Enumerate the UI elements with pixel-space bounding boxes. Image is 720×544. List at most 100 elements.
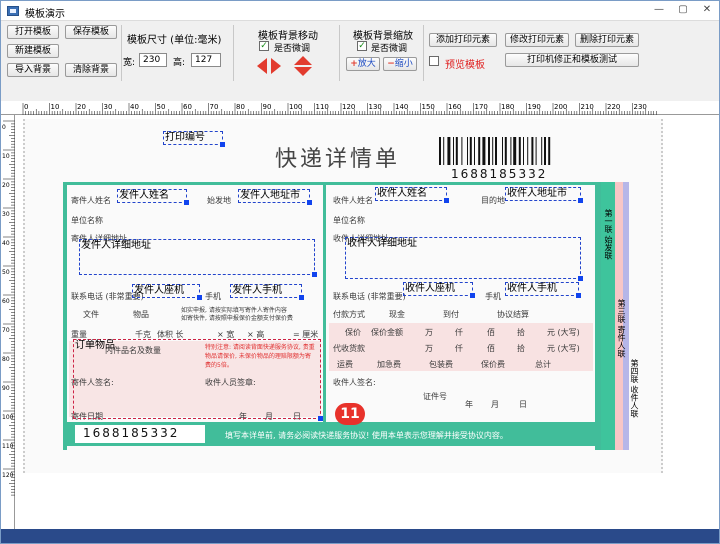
minus-icon: − — [387, 59, 395, 69]
ruler-label: 110 — [316, 103, 329, 111]
element-receiver-name[interactable]: 收件人姓名 — [375, 187, 449, 203]
printer-test-button[interactable]: 打印机修正和模板测试 — [505, 53, 639, 67]
element-receiver-mobile[interactable]: 收件人手机 — [505, 282, 581, 298]
ruler-label: 70 — [2, 327, 10, 334]
new-template-button[interactable]: 新建模板 — [7, 44, 59, 58]
element-order-goods[interactable]: 订单物品 — [73, 339, 323, 421]
arrow-right-icon[interactable] — [271, 58, 281, 74]
side-label-2: 第三联 寄件人联 — [617, 299, 626, 358]
frame-top — [63, 182, 599, 185]
label-mobile-left: 手机 — [205, 292, 221, 301]
footer-text: 填写本详单前, 请务必阅读快递服务协议! 使用本单表示您理解并接受协议内容。 — [225, 431, 508, 440]
label-payment-method: 付款方式 — [333, 310, 365, 319]
bg-move-fine-checkbox[interactable]: ✓ — [259, 41, 269, 51]
width-input[interactable]: 230 — [139, 53, 167, 67]
ruler-label: 80 — [236, 103, 245, 111]
delete-element-button[interactable]: 删除打印元素 — [575, 33, 639, 47]
clear-background-button[interactable]: 清除背景 — [65, 63, 117, 77]
barcode-image — [439, 137, 551, 165]
ruler-label: 180 — [501, 103, 514, 111]
step-badge: 11 — [335, 403, 365, 425]
label-origin: 始发地 — [207, 196, 231, 205]
barcode-bar — [439, 137, 441, 165]
barcode-bar — [535, 137, 537, 165]
ruler-label: 80 — [2, 356, 10, 363]
barcode-bar — [548, 137, 551, 165]
arrow-left-icon[interactable] — [257, 58, 267, 74]
import-background-button[interactable]: 导入背景 — [7, 63, 59, 77]
horizontal-ruler-ticks: 0 10 20 30 40 50 60 70 80 90 100 110 120 130 140 150 160… — [22, 103, 657, 115]
ruler-label: 110 — [2, 443, 14, 450]
label-cash: 现金 — [389, 310, 405, 319]
preview-template-label[interactable]: 预览模板 — [445, 56, 485, 71]
ruler-label: 230 — [634, 103, 647, 111]
label-receiver-name: 收件人姓名 — [333, 196, 373, 205]
label-shi-2: 拾 — [517, 344, 525, 353]
element-sender-address-city[interactable]: 发件人地址市 — [238, 189, 312, 205]
ruler-label: 10 — [2, 153, 10, 160]
barcode-bar — [478, 137, 481, 165]
barcode-bar — [495, 137, 497, 165]
arrow-up-icon[interactable] — [294, 56, 312, 65]
ruler-label: 90 — [2, 385, 10, 392]
ruler-label: 30 — [104, 103, 113, 111]
zoom-out-button[interactable]: −缩小 — [383, 57, 417, 71]
height-input[interactable]: 127 — [191, 53, 221, 67]
label-bai: 佰 — [487, 328, 495, 337]
app-icon — [7, 6, 19, 16]
close-button[interactable]: ✕ — [695, 1, 719, 20]
element-print-no[interactable]: 打印编号 — [163, 131, 225, 147]
label-wan: 万 — [425, 328, 433, 337]
label-shi: 拾 — [517, 328, 525, 337]
zoom-in-label: 放大 — [357, 59, 376, 69]
plus-icon: + — [350, 59, 358, 69]
modify-element-button[interactable]: 修改打印元素 — [505, 33, 569, 47]
add-element-button[interactable]: 添加打印元素 — [429, 33, 497, 47]
label-month-right: 月 — [491, 400, 499, 409]
toolbar-separator — [233, 25, 234, 81]
label-doc: 文件 — [83, 310, 99, 319]
ruler-label: 20 — [2, 182, 10, 189]
window-title: 模板演示 — [25, 9, 65, 20]
label-id-no: 证件号 — [423, 392, 447, 401]
element-sender-landline[interactable]: 发件人座机 — [132, 284, 202, 300]
barcode-bar — [461, 137, 463, 165]
bg-zoom-fine-checkbox[interactable]: ✓ — [357, 41, 367, 51]
width-label: 宽: — [123, 58, 136, 68]
barcode-bar — [504, 137, 507, 165]
label-goods: 物品 — [133, 310, 149, 319]
open-template-button[interactable]: 打开模板 — [7, 25, 59, 39]
ruler-label: 200 — [554, 103, 567, 111]
label-sender-name: 寄件人姓名 — [71, 196, 111, 205]
side-label-1: 第一联 始发联 — [604, 209, 613, 260]
save-template-button[interactable]: 保存模板 — [65, 25, 117, 39]
barcode-bar — [523, 137, 524, 165]
zoom-in-button[interactable]: +放大 — [346, 57, 380, 71]
ruler-label: 210 — [581, 103, 594, 111]
status-bar — [1, 529, 719, 543]
barcode-bar — [527, 137, 529, 165]
ruler-label: 40 — [130, 103, 139, 111]
barcode-bar — [544, 137, 546, 165]
title-bar: 模板演示 — ▢ ✕ — [1, 1, 719, 21]
element-receiver-address-city[interactable]: 收件人地址市 — [505, 187, 583, 203]
barcode-bar — [453, 137, 454, 165]
element-sender-detail-address[interactable]: 发件人详细地址 — [79, 239, 317, 277]
ruler-label: 190 — [528, 103, 541, 111]
ruler-label: 60 — [183, 103, 192, 111]
element-receiver-landline[interactable]: 收件人座机 — [403, 282, 475, 298]
label-cod-amount: 代收货款 — [333, 344, 365, 353]
barcode-bar — [541, 137, 543, 165]
label-mobile-right: 手机 — [485, 292, 501, 301]
arrow-down-icon[interactable] — [294, 67, 312, 76]
ruler-label: 120 — [2, 472, 14, 479]
minimize-button[interactable]: — — [647, 1, 671, 20]
element-sender-mobile[interactable]: 发件人手机 — [230, 284, 304, 300]
maximize-button[interactable]: ▢ — [671, 1, 695, 20]
preview-template-checkbox[interactable] — [429, 56, 439, 66]
label-day-right: 日 — [519, 400, 527, 409]
element-sender-name[interactable]: 发件人姓名 — [117, 189, 189, 205]
label-insured: 保价 — [345, 328, 361, 337]
element-receiver-detail-address[interactable]: 收件人详细地址 — [345, 237, 583, 281]
barcode-bar — [474, 137, 475, 165]
